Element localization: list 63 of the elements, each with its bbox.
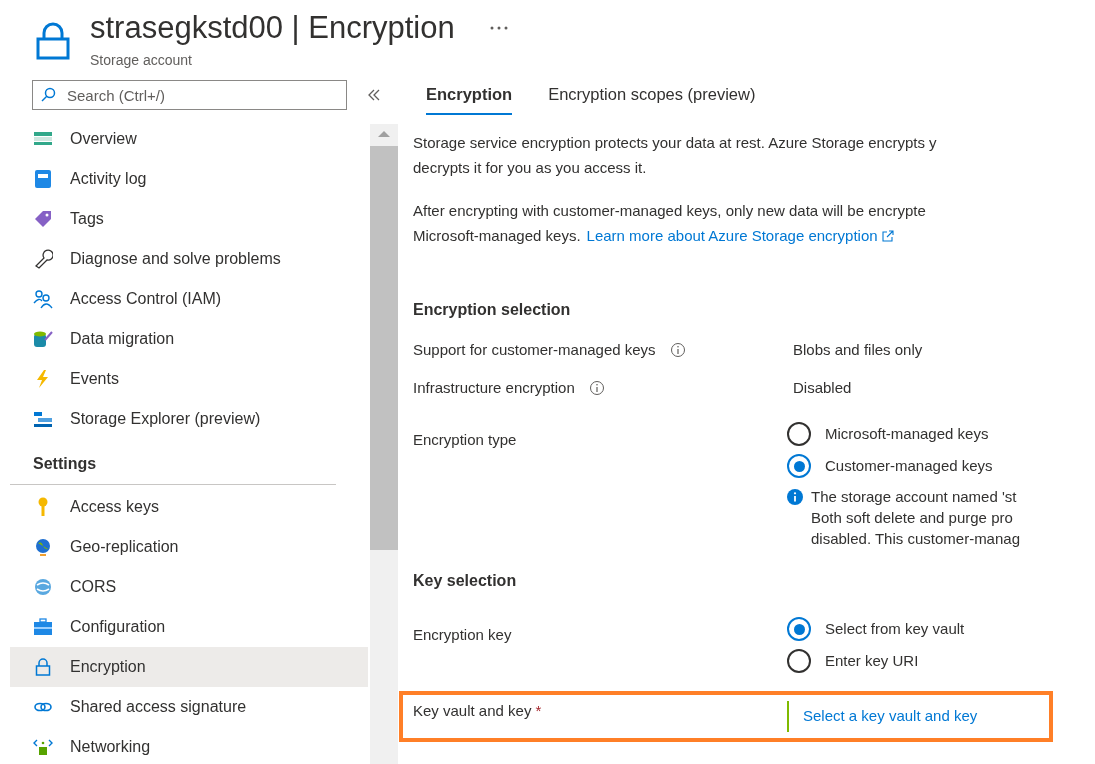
paragraph-line: Storage service encryption protects your data at rest. Azure Storage encrypts y [413,133,937,153]
tag-icon [33,209,53,229]
learn-more-link[interactable]: Learn more about Azure Storage encryption [586,223,894,248]
field-label: Key vault and key [413,701,532,721]
nav-item[interactable]: Events [10,359,368,399]
paragraph-line: After encrypting with customer-managed keys, only new data will be encrypte [413,201,926,221]
section-heading: Key selection [413,571,518,591]
more-icon [488,25,509,31]
field-value: Blobs and files only [793,340,923,360]
nav-item[interactable]: Encryption [10,647,368,687]
nav-item[interactable]: Geo-replication [10,527,368,567]
page-title: strasegkstd00 | Encryption [90,9,455,47]
nav-item[interactable]: Access keys [10,487,368,527]
nav-item[interactable]: Diagnose and solve problems [10,239,368,279]
radio-option[interactable]: Enter key URI [787,645,965,677]
paragraph-line: Microsoft-managed keys. [413,226,581,246]
nav-item[interactable]: CORS [10,567,368,607]
note-line: The storage account named 'st [811,487,1018,507]
people-icon [33,289,53,309]
collapse-button[interactable] [367,87,381,103]
field-label: Infrastructure encryption [413,378,575,398]
double-chevron-icon [367,89,381,101]
nav-item[interactable]: Networking [10,727,368,764]
globe-icon [33,577,53,597]
external-link-icon [881,229,894,242]
nav-item[interactable]: Activity log [10,159,368,199]
page-subtitle: Storage account [90,51,193,70]
field-label: Encryption type [413,430,517,450]
lock-icon [33,657,53,677]
radio-option[interactable]: Microsoft-managed keys [787,418,1020,450]
nav-item[interactable]: Configuration [10,607,368,647]
nav-item[interactable]: Tags [10,199,368,239]
cylinder-icon [33,329,53,349]
scrollbar[interactable] [370,124,398,764]
nav-item[interactable]: Shared access signature [10,687,368,727]
paragraph-line: decrypts it for you as you access it. [413,158,647,178]
note-line: Both soft delete and purge pro [811,508,1014,528]
lock-icon [36,22,70,60]
info-icon [787,489,803,505]
wrench-icon [33,249,53,269]
field-label: Support for customer-managed keys [413,340,656,360]
tab[interactable]: Encryption [426,80,513,115]
globe-icon [33,537,53,557]
radio-option[interactable]: Select from key vault [787,613,965,645]
tab[interactable]: Encryption scopes (preview) [548,80,756,115]
up-arrow-icon [377,130,391,138]
select-key-link[interactable]: Select a key vault and key [787,701,978,732]
toolbox-icon [33,617,53,637]
radio-option[interactable]: Customer-managed keys [787,450,1020,482]
search-field[interactable]: Search (Ctrl+/) [32,80,347,110]
nav-item[interactable]: Data migration [10,319,368,359]
network-icon [33,737,53,757]
note-line: disabled. This customer-manag [811,529,1020,549]
field-label: Encryption key [413,625,512,645]
nav-item[interactable]: Overview [10,119,368,159]
nav-item[interactable]: Storage Explorer (preview) [10,399,368,439]
required-asterisk: * [535,701,542,721]
search-icon [40,87,56,103]
field-value: Disabled [793,378,852,398]
nav-item[interactable]: Access Control (IAM) [10,279,368,319]
section-heading: Encryption selection [413,300,572,320]
section-heading: Settings [10,439,336,485]
scrollbar-thumb[interactable] [370,146,398,550]
